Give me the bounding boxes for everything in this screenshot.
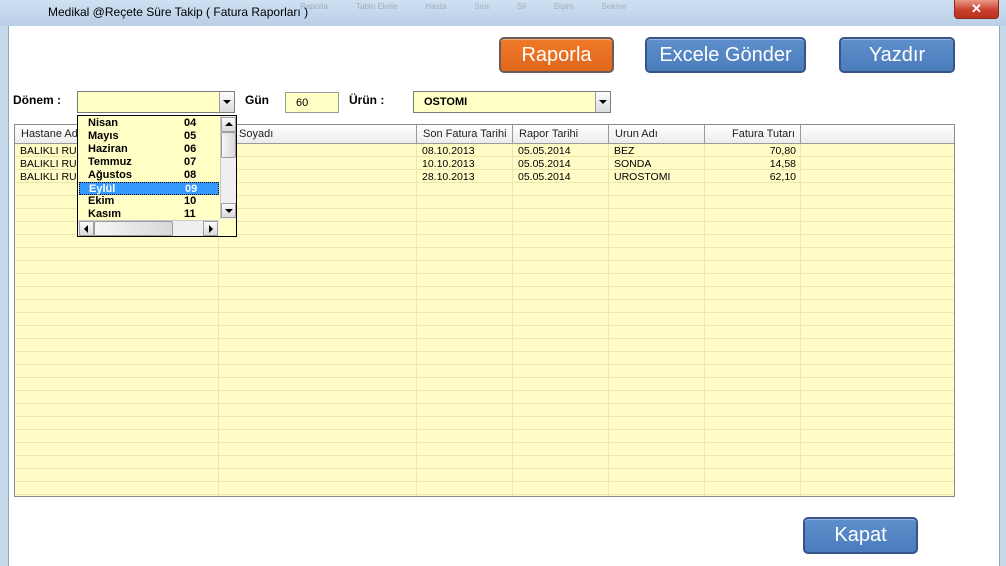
dropdown-option[interactable]: Ekim 10 [79,195,219,208]
dropdown-option[interactable]: Ağustos 08 [79,169,219,182]
window-title: Medikal @Reçete Süre Takip ( Fatura Rapo… [48,5,309,19]
table-cell: BEZ [614,145,635,157]
ghost-item: Tablo Ekele [356,2,398,11]
horizontal-scrollbar[interactable] [78,220,219,236]
chevron-down-icon[interactable] [595,92,610,112]
close-icon: ✕ [971,1,982,16]
table-cell: 08.10.2013 [422,145,475,157]
gun-label: Gün [245,93,269,107]
ghost-item: Sıra [474,2,489,11]
table-cell: 10.10.2013 [422,158,475,170]
chevron-down-icon[interactable] [219,92,234,112]
table-cell: 05.05.2014 [518,171,571,183]
column-header[interactable]: Urun Adı [609,125,705,143]
donem-dropdown-list[interactable]: Nisan 04 Mayıs 05 Haziran 06 Temmuz 07 Ağustos 08… [77,115,237,237]
column-header[interactable]: Fatura Tutarı [705,125,801,143]
close-button[interactable]: Kapat [803,517,918,554]
column-divider [416,143,417,496]
gun-input[interactable]: 60 [285,92,339,113]
scroll-up-icon[interactable] [221,117,236,132]
table-cell: UROSTOMI [614,171,671,183]
urun-value: OSTOMI [424,96,468,108]
column-divider [512,143,513,496]
table-cell: SONDA [614,158,652,170]
option-month-name: Nisan [88,117,118,129]
option-month-name: Mayıs [88,130,119,142]
column-divider [704,143,705,496]
option-month-name: Haziran [88,143,128,155]
option-month-name: Temmuz [88,156,132,168]
vertical-scrollbar[interactable] [220,116,236,219]
option-month-code: 08 [184,169,197,181]
table-cell: 05.05.2014 [518,145,571,157]
dropdown-option[interactable]: Mayıs 05 [79,130,219,143]
ghost-item: Sil [516,2,526,11]
column-header[interactable]: Rapor Tarihi [513,125,609,143]
title-bar: Raporla Tablo Ekele Hasta Sıra Sil Bişim… [0,0,1006,26]
option-month-name: Ekim [88,195,115,207]
close-window-button[interactable]: ✕ [954,0,999,19]
ghost-item: Bişim [553,2,574,11]
donem-combobox[interactable] [77,91,235,113]
option-month-code: 04 [184,117,197,129]
option-month-code: 10 [184,195,197,207]
scroll-down-icon[interactable] [221,203,236,218]
table-cell: 28.10.2013 [422,171,475,183]
table-cell: 62,10 [769,171,796,183]
table-cell: 14,58 [769,158,796,170]
background-toolbar-ghost: Raporla Tablo Ekele Hasta Sıra Sil Bişim… [300,2,940,24]
table-cell: 05.05.2014 [518,158,571,170]
option-month-code: 07 [184,156,197,168]
dropdown-option[interactable]: Temmuz 07 [79,156,219,169]
dropdown-option[interactable]: Eylül 09 [79,182,219,195]
scroll-thumb[interactable] [94,221,173,236]
scroll-thumb[interactable] [221,132,236,158]
scroll-right-icon[interactable] [203,221,218,236]
excel-export-button[interactable]: Excele Gönder [645,37,806,73]
option-month-code: 05 [184,130,197,142]
column-divider [800,143,801,496]
ghost-item: Sekme [601,2,627,11]
column-header[interactable]: Son Fatura Tarihi [417,125,513,143]
urun-label: Ürün : [349,93,385,107]
table-cell: 70,80 [769,145,796,157]
ghost-item: Hasta [425,2,447,11]
donem-label: Dönem : [13,93,61,107]
raporla-button[interactable]: Raporla [499,37,614,73]
dropdown-option[interactable]: Haziran 06 [79,143,219,156]
dropdown-option[interactable]: Nisan 04 [79,117,219,130]
print-button[interactable]: Yazdır [839,37,955,73]
urun-combobox[interactable]: OSTOMI [413,91,611,113]
scroll-left-icon[interactable] [79,221,94,236]
option-month-code: 06 [184,143,197,155]
column-header[interactable]: Soyadı [219,125,417,143]
column-divider [608,143,609,496]
option-month-name: Ağustos [88,169,132,181]
